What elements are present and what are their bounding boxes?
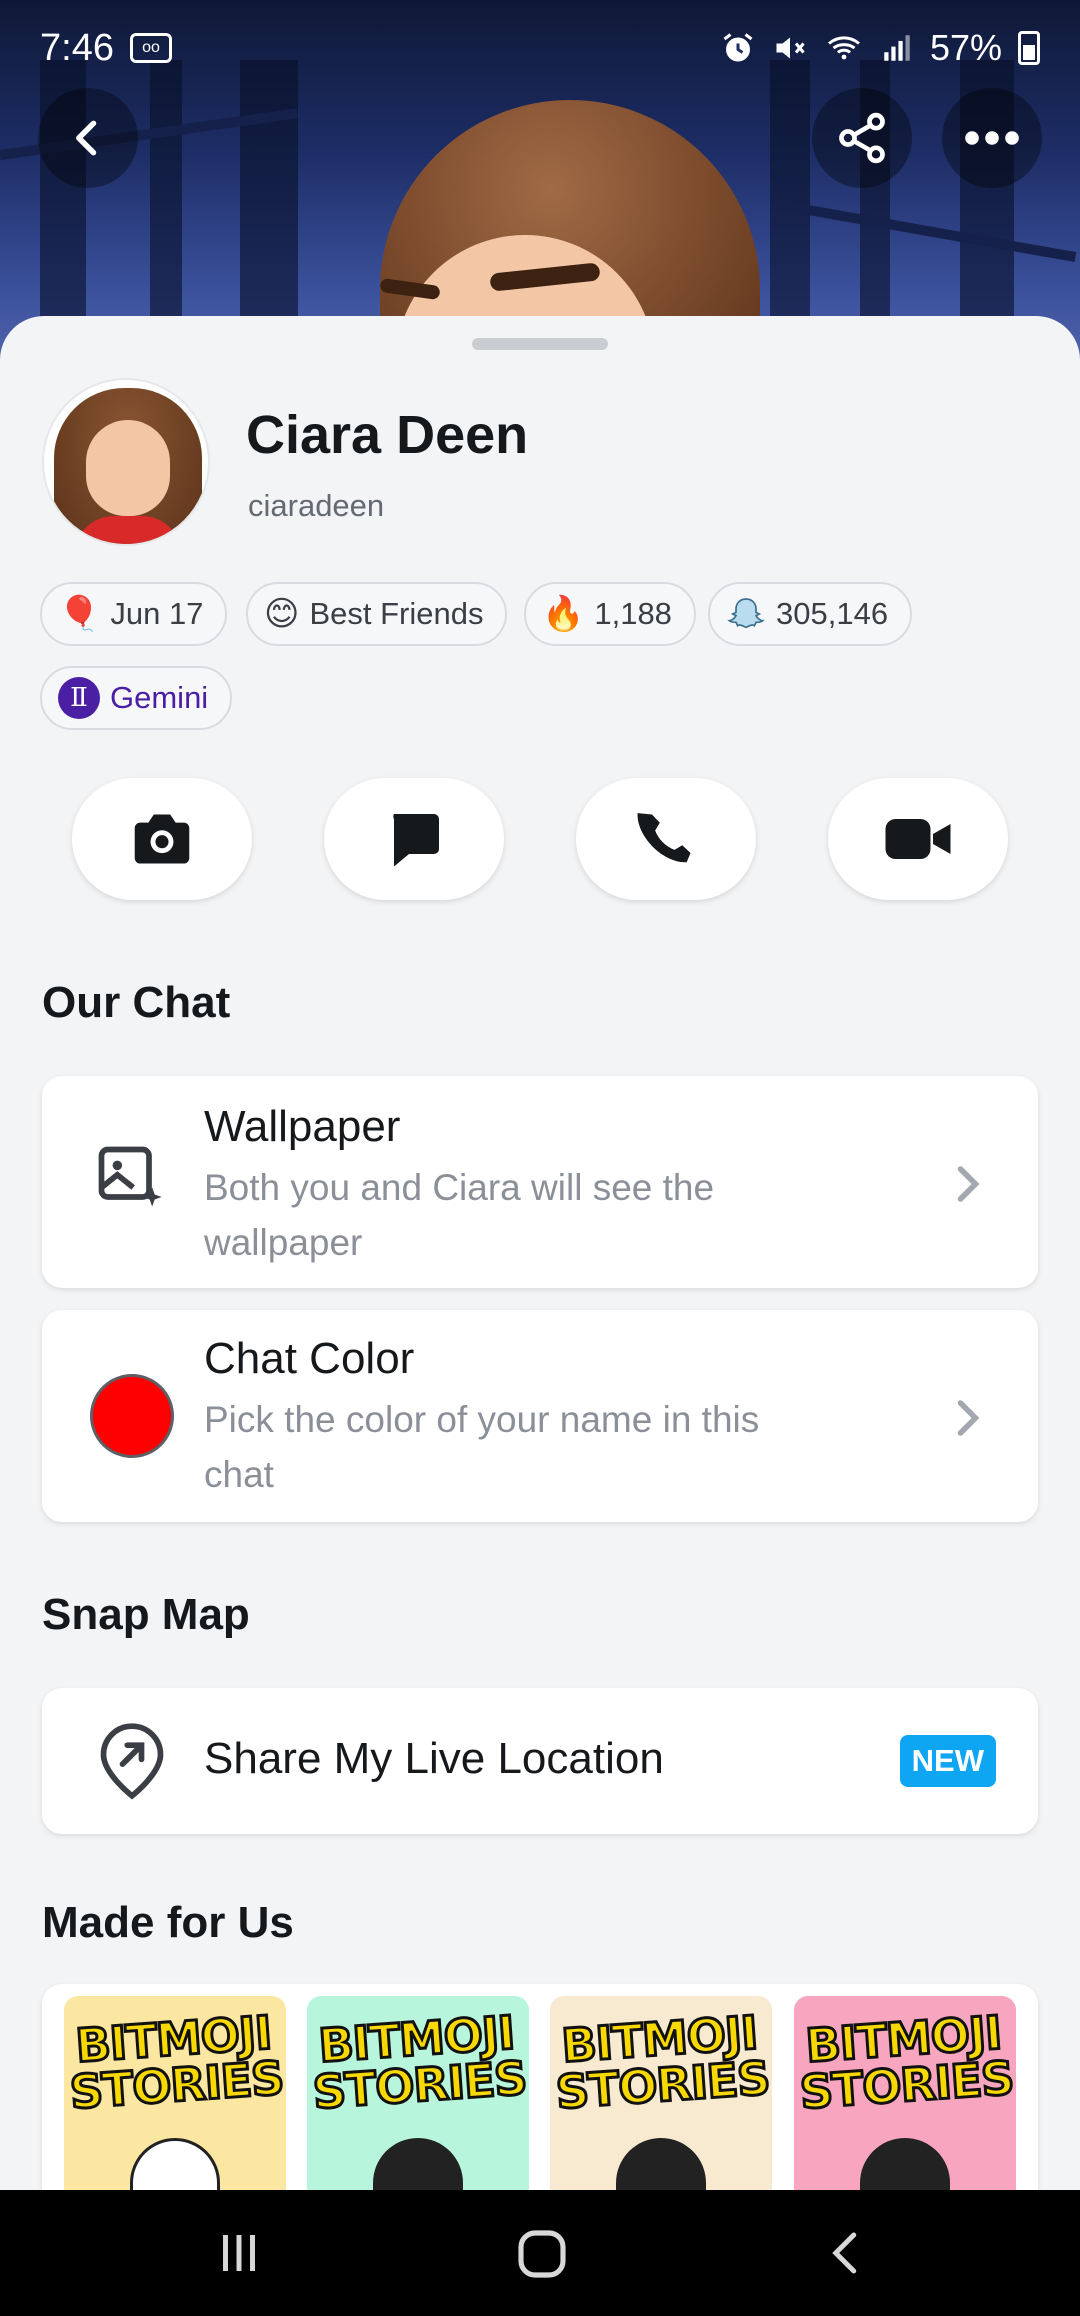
birthday-chip[interactable]: 🎈 Jun 17 (40, 582, 228, 646)
battery-icon (1018, 31, 1040, 65)
snap-score-chip[interactable]: 305,146 (708, 582, 913, 646)
avatar-face (86, 420, 170, 516)
streak-chip[interactable]: 🔥 1,188 (524, 582, 696, 646)
status-time: 7:46 (40, 26, 114, 69)
profile-username: ciaradeen (248, 488, 385, 523)
profile-name: Ciara Deen (246, 405, 529, 465)
story-title: BITMOJI STORIES (553, 2004, 772, 2121)
share-live-location-row[interactable]: Share My Live Location NEW (42, 1688, 1038, 1834)
signal-icon (884, 35, 910, 61)
more-options-icon (965, 131, 1019, 145)
snap-map-title: Snap Map (42, 1590, 250, 1639)
friendship-chip[interactable]: 😊 Best Friends (246, 582, 508, 646)
camera-icon (134, 814, 190, 864)
chat-color-swatch (90, 1374, 174, 1458)
system-nav-bar (0, 2190, 1080, 2316)
more-options-button[interactable] (942, 88, 1042, 188)
back-button[interactable] (38, 88, 138, 188)
avatar[interactable] (42, 378, 210, 546)
sheet-grabber[interactable] (472, 338, 608, 350)
wallpaper-title: Wallpaper (204, 1102, 401, 1151)
video-call-button[interactable] (828, 778, 1008, 900)
battery-percent: 57% (929, 27, 1002, 68)
location-share-icon (100, 1723, 164, 1800)
chip-label: 1,188 (594, 596, 672, 631)
wallpaper-subtitle: Both you and Ciara will see the wallpape… (204, 1167, 715, 1263)
home-icon[interactable] (514, 2226, 570, 2282)
chip-label: 305,146 (776, 596, 889, 631)
fire-icon: 🔥 (542, 595, 585, 633)
status-bar: 7:46 oo 57% (0, 0, 1080, 96)
alarm-icon (723, 33, 753, 62)
video-camera-icon (885, 819, 951, 859)
chat-color-subtitle: Pick the color of your name in this chat (204, 1399, 760, 1495)
chip-label: Jun 17 (110, 596, 204, 631)
story-title: BITMOJI STORIES (67, 2004, 286, 2121)
recent-apps-icon[interactable] (212, 2226, 266, 2280)
smiling-face-icon: 😊 (264, 595, 300, 633)
chevron-right-icon (957, 1400, 980, 1436)
phone-icon (637, 813, 691, 863)
chat-color-title: Chat Color (204, 1334, 415, 1383)
mute-icon (776, 37, 805, 59)
chip-label: Best Friends (309, 596, 484, 631)
profile-sheet: Ciara Deen ciaradeen 🎈 Jun 17 😊 Best Fri… (0, 316, 1080, 2204)
story-title: BITMOJI STORIES (310, 2004, 529, 2121)
chevron-right-icon (957, 1166, 980, 1202)
zodiac-chip[interactable]: Ⅱ Gemini (40, 666, 233, 730)
chip-label: Gemini (110, 680, 209, 715)
wifi-icon (827, 36, 860, 60)
status-icons: 57% (720, 27, 1040, 69)
chat-bubble-icon (393, 814, 439, 867)
wallpaper-icon (98, 1146, 162, 1207)
snap-score-icon (727, 598, 765, 629)
tree-branch (779, 200, 1077, 263)
camera-button[interactable] (72, 778, 252, 900)
share-button[interactable] (812, 88, 912, 188)
voicemail-icon: oo (129, 33, 172, 63)
chat-color-row[interactable]: Chat Color Pick the color of your name i… (42, 1310, 1038, 1522)
call-button[interactable] (576, 778, 756, 900)
gemini-icon: Ⅱ (58, 677, 100, 719)
new-badge: NEW (899, 1735, 996, 1787)
wallpaper-row[interactable]: Wallpaper Both you and Ciara will see th… (42, 1076, 1038, 1288)
balloon-icon: 🎈 (58, 595, 101, 633)
share-live-location-title: Share My Live Location (204, 1734, 664, 1783)
made-for-us-title: Made for Us (42, 1898, 294, 1947)
share-icon (839, 112, 885, 164)
story-title: BITMOJI STORIES (797, 2004, 1016, 2121)
back-arrow-icon (76, 120, 97, 156)
back-nav-icon[interactable] (820, 2226, 874, 2280)
our-chat-title: Our Chat (42, 978, 231, 1027)
chat-button[interactable] (324, 778, 504, 900)
